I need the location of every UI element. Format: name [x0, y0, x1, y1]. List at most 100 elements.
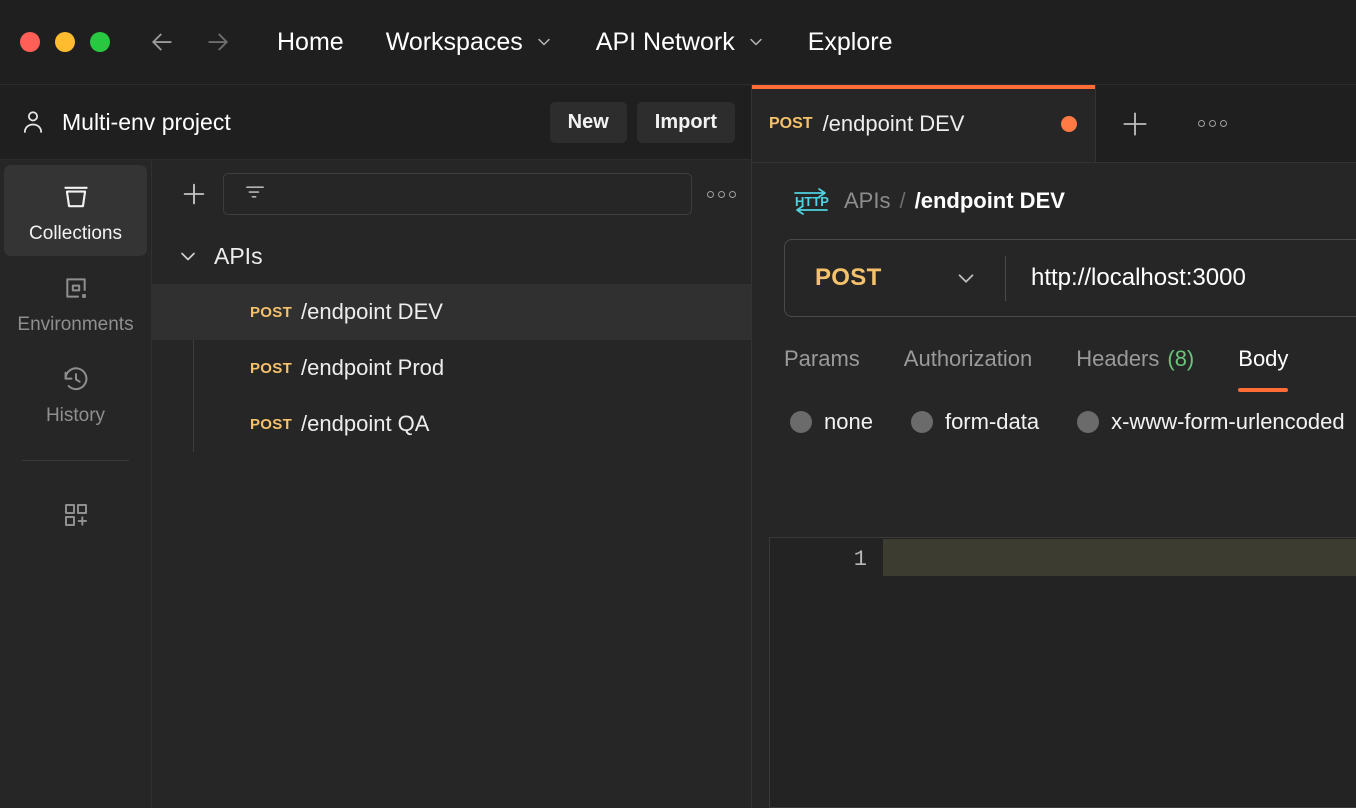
chevron-down-icon [746, 32, 766, 52]
body-code-editor[interactable]: 1 [769, 537, 1356, 808]
editor-gutter: 1 [770, 538, 883, 807]
top-nav-items: Home Workspaces API Network Explore [256, 22, 913, 63]
sidebar-item-label: Environments [17, 314, 134, 335]
collection-tree: APIs POST /endpoint DEV POST /endpoint P… [152, 228, 751, 452]
collections-icon [59, 179, 93, 215]
headers-count: (8) [1167, 346, 1195, 371]
rail-divider [22, 460, 129, 461]
radio-label: none [824, 409, 873, 434]
tab-label: Headers [1076, 346, 1160, 371]
tab-label: /endpoint DEV [822, 110, 965, 136]
body-type-none[interactable]: none [790, 409, 873, 435]
tree-request-endpoint-dev[interactable]: POST /endpoint DEV [152, 284, 751, 340]
tree-folder-label: APIs [214, 242, 263, 269]
tab-label: Authorization [903, 346, 1033, 371]
chevron-down-icon[interactable] [176, 244, 204, 268]
tree-request-endpoint-qa[interactable]: POST /endpoint QA [152, 396, 751, 452]
url-bar: POST http://localhost:3000 [784, 239, 1356, 317]
tab-label: Body [1238, 346, 1289, 371]
workspace-header-actions: New Import [549, 101, 735, 143]
request-name: /endpoint Prod [301, 355, 445, 380]
nav-item-workspaces[interactable]: Workspaces [365, 22, 575, 63]
breadcrumb: HTTP APIs / /endpoint DEV [752, 163, 1356, 239]
nav-item-label: Home [277, 27, 344, 56]
request-method-badge: POST [250, 359, 293, 377]
http-icon: HTTP [791, 184, 833, 218]
minimize-window-button[interactable] [55, 32, 75, 52]
tab-label: Params [784, 346, 860, 371]
breadcrumb-current: /endpoint DEV [914, 188, 1065, 213]
breadcrumb-root[interactable]: APIs [844, 188, 890, 214]
search-input[interactable] [223, 173, 692, 215]
breadcrumb-separator: / [899, 188, 906, 213]
window-traffic-lights [0, 32, 110, 52]
arrow-right-icon[interactable] [198, 22, 238, 62]
new-tab-button[interactable] [1096, 85, 1174, 162]
sidebar-item-environments[interactable]: Environments [4, 256, 147, 347]
http-method-select[interactable]: POST [785, 240, 1005, 316]
maximize-window-button[interactable] [90, 32, 110, 52]
workspace-title: Multi-env project [62, 108, 231, 135]
url-input[interactable]: http://localhost:3000 [1006, 240, 1356, 316]
request-section-tabs: Params Authorization Headers (8) Body [752, 330, 1356, 392]
nav-item-home[interactable]: Home [256, 22, 365, 63]
chevron-down-icon [953, 265, 979, 291]
tab-method-badge: POST [769, 114, 813, 132]
history-navigation [142, 22, 238, 62]
workspace-header: Multi-env project New Import [0, 85, 751, 160]
radio-label: form-data [944, 409, 1040, 434]
tree-folder-apis[interactable]: APIs [152, 228, 751, 284]
tab-body[interactable]: Body [1238, 330, 1289, 392]
body-type-selector: none form-data x-www-form-urlencoded [752, 392, 1356, 452]
request-method-badge: POST [250, 303, 293, 321]
nav-item-explore[interactable]: Explore [787, 22, 914, 63]
chevron-down-icon [534, 32, 554, 52]
history-icon [60, 361, 92, 397]
body-type-x-www-form-urlencoded[interactable]: x-www-form-urlencoded [1077, 409, 1345, 435]
body-type-form-data[interactable]: form-data [910, 409, 1040, 435]
request-tab-bar: POST /endpoint DEV [752, 85, 1356, 163]
add-module-icon [60, 497, 92, 533]
close-window-button[interactable] [20, 32, 40, 52]
top-navigation-bar: Home Workspaces API Network Explore [0, 0, 1356, 85]
import-button[interactable]: Import [636, 101, 735, 143]
tab-more-options-button[interactable] [1174, 85, 1250, 162]
arrow-left-icon[interactable] [142, 22, 182, 62]
add-module-button[interactable] [4, 483, 147, 544]
tree-request-endpoint-prod[interactable]: POST /endpoint Prod [152, 340, 751, 396]
request-pane: POST /endpoint DEV HTTP APIs / /endpoint… [751, 85, 1356, 808]
radio-icon [1077, 411, 1100, 433]
radio-label: x-www-form-urlencoded [1111, 409, 1345, 434]
sidebar-item-label: History [45, 405, 106, 426]
request-name: /endpoint DEV [301, 299, 443, 324]
request-method-badge: POST [250, 415, 293, 433]
request-name: /endpoint QA [301, 411, 430, 436]
more-dots [706, 190, 736, 198]
tab-headers[interactable]: Headers (8) [1076, 330, 1194, 392]
nav-item-label: API Network [595, 27, 735, 56]
person-icon [16, 105, 50, 139]
radio-icon [910, 411, 933, 433]
tab-authorization[interactable]: Authorization [904, 330, 1032, 392]
left-section: Multi-env project New Import Collections… [0, 85, 751, 808]
editor-line-number: 1 [853, 547, 867, 572]
radio-icon [790, 411, 812, 433]
sidebar-item-label: Collections [29, 223, 122, 244]
plus-icon[interactable] [172, 172, 216, 216]
new-button[interactable]: New [549, 101, 627, 143]
left-rail: Collections Environments History [0, 160, 152, 808]
sidebar-item-collections[interactable]: Collections [4, 165, 147, 256]
nav-item-label: Explore [807, 27, 893, 56]
open-tab-endpoint-dev[interactable]: POST /endpoint DEV [752, 85, 1096, 162]
more-horizontal-icon[interactable] [699, 172, 743, 216]
nav-item-label: Workspaces [385, 27, 523, 56]
environments-icon [60, 270, 92, 306]
tab-params[interactable]: Params [784, 330, 860, 392]
sidebar-item-history[interactable]: History [4, 347, 147, 438]
svg-text:HTTP: HTTP [795, 194, 829, 209]
nav-item-api-network[interactable]: API Network [575, 22, 787, 63]
more-dots [1197, 120, 1227, 127]
editor-active-line-highlight [883, 539, 1356, 576]
selected-method: POST [815, 264, 882, 291]
unsaved-changes-indicator [1061, 115, 1077, 132]
